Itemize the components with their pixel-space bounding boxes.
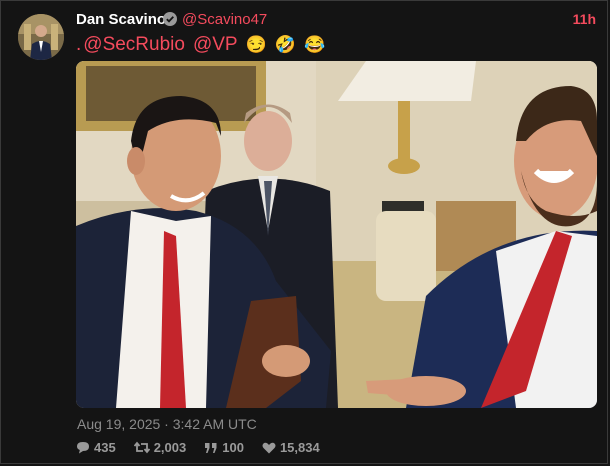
tweet-photo[interactable]	[76, 61, 597, 408]
tweet-text: . @SecRubio @VP 😏 🤣 😂	[76, 34, 325, 56]
relative-time[interactable]: 11h	[573, 11, 596, 27]
quote-count: 100	[222, 440, 244, 455]
author-handle[interactable]: @Scavino47	[182, 11, 267, 28]
emoji-joy: 😂	[303, 35, 326, 54]
reply-count: 435	[94, 440, 116, 455]
retweet-count: 2,003	[153, 440, 187, 455]
reply-stat[interactable]: 435	[76, 440, 116, 455]
comment-icon	[76, 441, 90, 454]
author-name[interactable]: Dan Scavino	[76, 11, 166, 28]
verified-badge-icon	[163, 12, 177, 26]
mention-vp[interactable]: @VP	[193, 34, 238, 56]
emoji-rofl: 🤣	[274, 35, 296, 54]
text-prefix: .	[76, 34, 82, 55]
mention-secrubio[interactable]: @SecRubio	[83, 34, 185, 56]
tweet-stats: 435 2,003 100 15,834	[76, 440, 320, 455]
author-avatar[interactable]	[18, 14, 64, 60]
heart-icon	[262, 442, 276, 454]
retweet-icon	[133, 441, 150, 454]
tweet-timestamp[interactable]: Aug 19, 2025 · 3:42 AM UTC	[77, 416, 257, 432]
like-stat[interactable]: 15,834	[262, 440, 320, 455]
quote-stat[interactable]: 100	[204, 440, 244, 455]
quote-icon	[204, 442, 218, 454]
like-count: 15,834	[279, 440, 320, 455]
emoji-smirk: 😏	[245, 35, 267, 54]
retweet-stat[interactable]: 2,003	[133, 440, 187, 455]
